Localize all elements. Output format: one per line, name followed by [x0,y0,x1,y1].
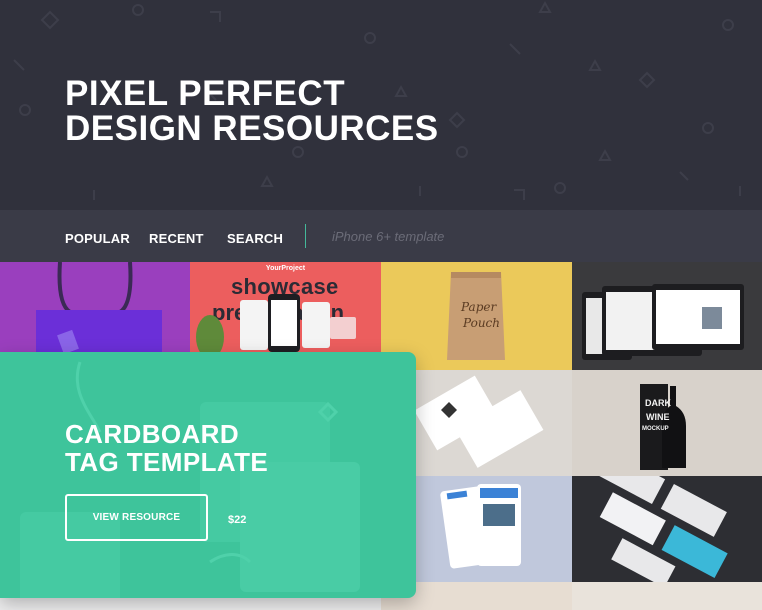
view-resource-button[interactable]: VIEW RESOURCE [65,494,208,541]
resource-tile-wine-mockup[interactable]: DARK WINE MOCKUP [572,370,762,476]
wine-bottle-image [640,384,686,470]
nav-item-recent[interactable]: RECENT [149,231,204,246]
wine-text-2: WINE [646,412,670,422]
nav-divider [305,224,306,248]
hero-title-line1: PIXEL PERFECT [65,74,346,113]
featured-title: CARDBOARD TAG TEMPLATE [65,420,268,476]
nav-item-popular[interactable]: POPULAR [65,231,130,246]
page-title: PIXEL PERFECT DESIGN RESOURCES [65,76,439,146]
resource-tile-web-mockup[interactable] [572,262,762,370]
price-label: $22 [228,514,247,526]
hero-title-line2: DESIGN RESOURCES [65,109,439,148]
featured-title-line1: CARDBOARD [65,419,240,449]
pouch-text-1: Paper [461,300,497,314]
resource-tile-ui-kit[interactable] [572,476,762,582]
hero-banner: PIXEL PERFECT DESIGN RESOURCES [0,0,762,210]
wine-text-3: MOCKUP [642,426,669,432]
pouch-text-2: Pouch [463,316,500,330]
ui-kit-image [598,476,728,582]
web-mockup-image [582,284,744,360]
featured-resource-card: CARDBOARD TAG TEMPLATE VIEW RESOURCE $22 [0,352,416,598]
nav-item-search[interactable]: SEARCH [227,231,283,246]
wine-text-1: DARK [645,398,671,408]
search-input[interactable] [320,222,620,250]
featured-title-line2: TAG TEMPLATE [65,447,269,477]
category-nav: POPULAR RECENT SEARCH [0,210,762,262]
resource-tile-row5-right[interactable] [572,582,762,610]
